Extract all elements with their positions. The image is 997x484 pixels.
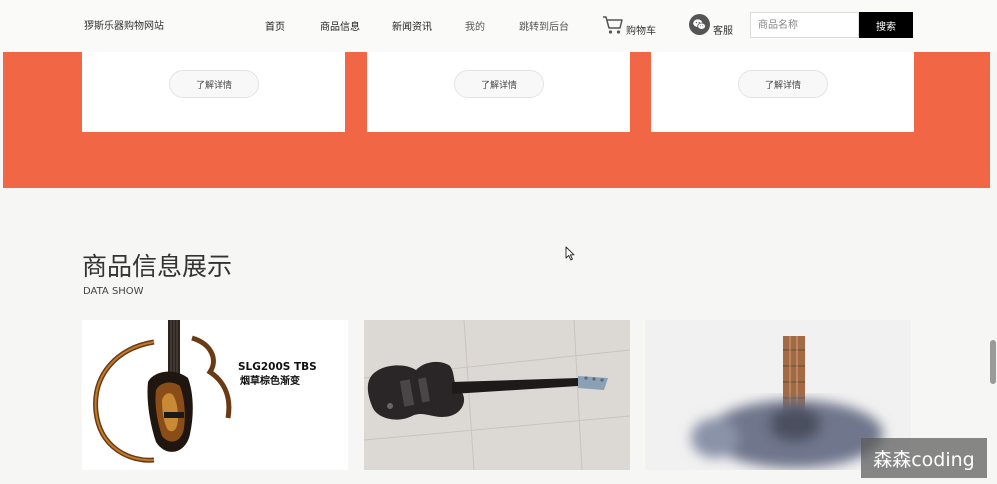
nav-products[interactable]: 商品信息	[320, 18, 360, 33]
nav-mine[interactable]: 我的	[465, 18, 485, 33]
learn-more-button[interactable]: 了解详情	[738, 70, 828, 98]
customer-service-link[interactable]: 客服	[713, 22, 733, 37]
mouse-pointer-icon	[565, 246, 575, 261]
product-image-model: SLG200S TBS	[238, 361, 317, 373]
video-watermark: 森森coding	[861, 438, 987, 478]
wechat-icon[interactable]	[689, 14, 710, 35]
product-image[interactable]: SLG200S TBS 烟草棕色渐变	[82, 320, 348, 470]
section-subtitle: DATA SHOW	[83, 286, 144, 297]
search-input[interactable]	[750, 12, 859, 38]
learn-more-button[interactable]: 了解详情	[169, 70, 259, 98]
shopping-cart-icon[interactable]	[602, 15, 624, 35]
learn-more-button[interactable]: 了解详情	[454, 70, 544, 98]
product-card[interactable]: SLG200S TBS 烟草棕色渐变	[82, 320, 348, 484]
product-image[interactable]	[364, 320, 630, 470]
top-navbar: 猡斯乐器购物网站 首页 商品信息 新闻资讯 我的 跳转到后台 购物车 客服 搜索	[0, 0, 997, 52]
section-title: 商品信息展示	[82, 252, 233, 281]
page-scrollbar[interactable]	[990, 340, 996, 384]
feature-card: 了解详情	[82, 52, 345, 132]
product-card[interactable]	[364, 320, 630, 484]
site-brand[interactable]: 猡斯乐器购物网站	[84, 17, 164, 32]
feature-card: 了解详情	[367, 52, 630, 132]
nav-news[interactable]: 新闻资讯	[392, 18, 432, 33]
feature-card: 了解详情	[651, 52, 914, 132]
search-button[interactable]: 搜索	[859, 12, 913, 38]
nav-home[interactable]: 首页	[265, 18, 285, 33]
cart-link[interactable]: 购物车	[626, 22, 656, 37]
nav-admin[interactable]: 跳转到后台	[519, 18, 569, 33]
product-image-caption: 烟草棕色渐变	[240, 374, 300, 387]
